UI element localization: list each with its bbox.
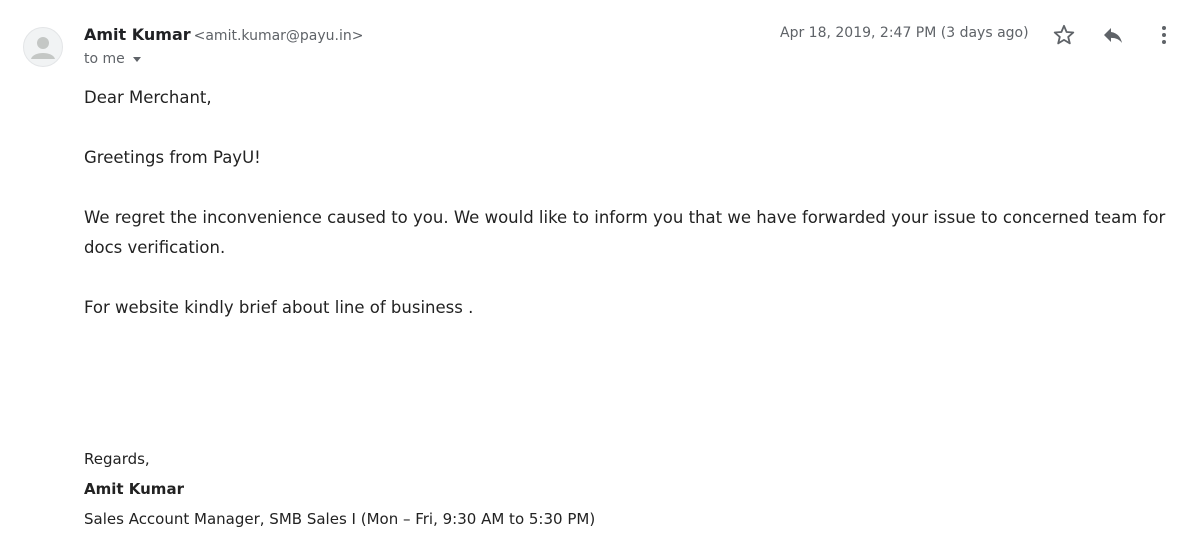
body-paragraph-line-2: docs verification. <box>84 238 226 257</box>
sender-avatar[interactable] <box>23 27 63 67</box>
sender-name[interactable]: Amit Kumar <box>84 25 191 44</box>
more-options-button[interactable] <box>1149 20 1179 50</box>
signature-title: Sales Account Manager, SMB Sales I (Mon … <box>84 510 596 528</box>
body-line-1: Greetings from PayU! <box>84 148 261 167</box>
body-line-3: For website kindly brief about line of b… <box>84 298 474 317</box>
star-button[interactable] <box>1049 20 1079 50</box>
recipient-label: to me <box>84 51 125 67</box>
sender-line: Amit Kumar <amit.kumar@payu.in> <box>84 25 364 44</box>
star-icon <box>1053 24 1075 45</box>
body-paragraph-line-1: We regret the inconvenience caused to yo… <box>84 208 1166 227</box>
more-vertical-icon <box>1162 26 1166 44</box>
avatar-placeholder-icon <box>31 37 55 59</box>
signature-name: Amit Kumar <box>84 480 184 498</box>
chevron-down-icon <box>132 56 141 62</box>
sender-email: <amit.kumar@payu.in> <box>193 28 364 44</box>
reply-icon <box>1104 28 1122 43</box>
reply-button[interactable] <box>1098 20 1128 50</box>
greeting-text: Dear Merchant, <box>84 88 212 107</box>
recipient-details-toggle[interactable]: to me <box>84 51 141 67</box>
message-date: Apr 18, 2019, 2:47 PM (3 days ago) <box>780 25 1029 41</box>
signature-regards: Regards, <box>84 450 150 468</box>
